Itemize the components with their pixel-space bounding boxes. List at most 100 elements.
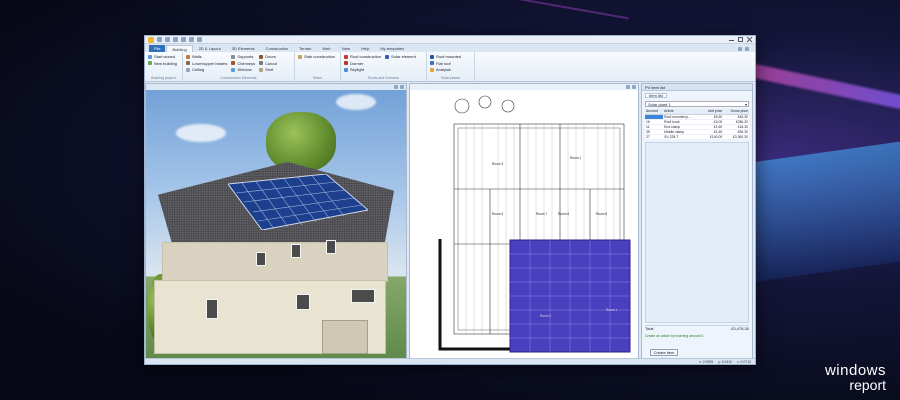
save-icon[interactable] <box>173 37 178 42</box>
tab-terrain[interactable]: Terrain <box>294 45 316 52</box>
title-bar <box>145 36 755 44</box>
ceiling-button[interactable]: Ceiling <box>186 67 227 72</box>
analysis-button[interactable]: Analysis <box>430 67 461 72</box>
tab-help[interactable]: Help <box>356 45 374 52</box>
3d-view-pane[interactable] <box>145 83 407 360</box>
roof-mounted-button[interactable]: Roof mounted <box>430 54 461 59</box>
wizard-icon <box>148 54 152 59</box>
new-building-button[interactable]: New building <box>148 61 177 66</box>
chimneys-button[interactable]: Chimneys <box>231 61 255 66</box>
room-label: Room 5 <box>596 212 608 216</box>
cutout-icon <box>259 61 264 65</box>
room-label: Room 4 <box>492 212 504 216</box>
panel-header: PV item list <box>642 84 752 91</box>
flat-roof-icon <box>430 61 434 65</box>
solar-element-button[interactable]: Solar element <box>385 54 416 59</box>
window-3d <box>351 289 375 303</box>
dormer-icon <box>344 61 348 65</box>
watermark-logo: windows report <box>824 362 886 393</box>
window-3d <box>326 240 336 254</box>
window-3d <box>206 299 218 319</box>
create-item-list-button[interactable]: Create item list <box>650 349 678 361</box>
cutout-button[interactable]: Cutout <box>259 61 277 66</box>
roof-icon <box>344 54 348 59</box>
room-label: Room 2 <box>540 314 552 318</box>
floor-plan-drawing <box>438 95 631 353</box>
undo-icon[interactable] <box>181 37 186 42</box>
close-button[interactable] <box>747 37 752 42</box>
ribbon-group-roofs-dormers: Roof construction Dormer Skylight Solar … <box>341 52 427 81</box>
doors-button[interactable]: Doors <box>259 54 277 59</box>
tab-item-list[interactable]: Item list <box>645 93 667 98</box>
app-logo-icon[interactable] <box>148 36 154 43</box>
new-file-icon[interactable] <box>157 37 162 42</box>
workspace: Room 3 Room 1 Room 4 Room 7 Room 6 Room … <box>145 83 755 361</box>
ribbon-group-solar-plants: Roof mounted Flat roof Analysis Solar pl… <box>427 52 475 81</box>
skylight-icon <box>344 67 348 72</box>
walls-button[interactable]: Walls <box>186 54 227 59</box>
tab-construction[interactable]: Construction <box>261 45 293 52</box>
app-window: File Building 2D & Layout 3D Elements Co… <box>144 35 756 365</box>
supports-button[interactable]: Supports <box>231 54 255 59</box>
room-label: Room 3 <box>492 162 504 166</box>
ribbon-group-construction-elements: Walls Lower/upper beams Ceiling Supports… <box>183 52 295 81</box>
skirt-button[interactable]: Skirt <box>259 67 277 72</box>
status-x: x: 2.0905 <box>699 359 714 364</box>
tab-my-templates[interactable]: My templates <box>375 45 409 52</box>
ribbon-group-label: Stairs <box>312 76 323 80</box>
beams-button[interactable]: Lower/upper beams <box>186 61 227 66</box>
solar-plant-select[interactable]: Solar plant 1 <box>645 101 749 107</box>
room-label: Room 1 <box>606 308 618 312</box>
minimize-button[interactable] <box>729 37 734 42</box>
garage-door <box>322 320 368 354</box>
cell-gross-price: £3,360.30 <box>723 134 749 140</box>
ribbon: Start wizard New building Building proje… <box>145 52 755 82</box>
maximize-button[interactable] <box>738 37 743 42</box>
cloud <box>176 124 226 142</box>
roof-construction-button[interactable]: Roof construction <box>344 54 381 59</box>
table-row[interactable]: 27 SV-228-T £140.00 £3,360.30 <box>645 134 749 140</box>
hint-text: Create an article by inserting amount 0. <box>645 334 705 338</box>
window-3d <box>296 294 310 310</box>
ribbon-group-building-project: Start wizard New building Building proje… <box>145 52 183 81</box>
help-icon[interactable] <box>738 46 742 51</box>
total-label: Total <box>645 326 654 331</box>
total-value: £3,478.30 <box>731 326 749 331</box>
start-wizard-button[interactable]: Start wizard <box>148 54 177 59</box>
analysis-icon <box>430 67 434 72</box>
panel-title: PV item list <box>645 84 666 90</box>
window-icon <box>231 67 236 72</box>
status-z: z: 0.0710 <box>737 359 751 364</box>
window-3d <box>256 252 266 266</box>
open-file-icon[interactable] <box>165 37 170 42</box>
tab-2d-layout[interactable]: 2D & Layout <box>194 45 226 52</box>
status-y: y: 3.0410 <box>718 359 733 364</box>
upper-wall <box>162 242 388 282</box>
panel-tabs: Item list <box>642 91 752 98</box>
cell-amount[interactable]: 27 <box>645 134 664 140</box>
room-label: Room 7 <box>536 212 548 216</box>
skylight-button[interactable]: Skylight <box>344 67 381 72</box>
pane-close-icon[interactable] <box>400 85 404 89</box>
tab-view[interactable]: View <box>336 45 355 52</box>
dormer-button[interactable]: Dormer <box>344 61 381 66</box>
cell-article: SV-228-T <box>663 134 702 140</box>
pane-restore-icon[interactable] <box>394 85 398 89</box>
redo-icon[interactable] <box>189 37 194 42</box>
supports-icon <box>231 54 236 59</box>
beam-icon <box>186 61 190 65</box>
pv-item-list-panel: PV item list Item list Solar plant 1 Amo… <box>641 83 753 361</box>
ribbon-group-label: Solar plants <box>441 76 460 80</box>
cloud <box>336 94 376 110</box>
ribbon-collapse-icon[interactable] <box>745 46 749 51</box>
flat-roof-button[interactable]: Flat roof <box>430 61 461 66</box>
tab-3d-elements[interactable]: 3D Elements <box>227 45 260 52</box>
roof-mounted-icon <box>430 54 434 59</box>
stair-construction-button[interactable]: Stair construction <box>298 54 335 59</box>
window-button[interactable]: Window <box>231 67 255 72</box>
tab-web[interactable]: Web <box>317 45 335 52</box>
tab-building[interactable]: Building <box>166 45 193 52</box>
print-icon[interactable] <box>197 37 202 42</box>
floor-plan-pane[interactable]: Room 3 Room 1 Room 4 Room 7 Room 6 Room … <box>409 83 639 360</box>
tab-file[interactable]: File <box>149 45 166 52</box>
